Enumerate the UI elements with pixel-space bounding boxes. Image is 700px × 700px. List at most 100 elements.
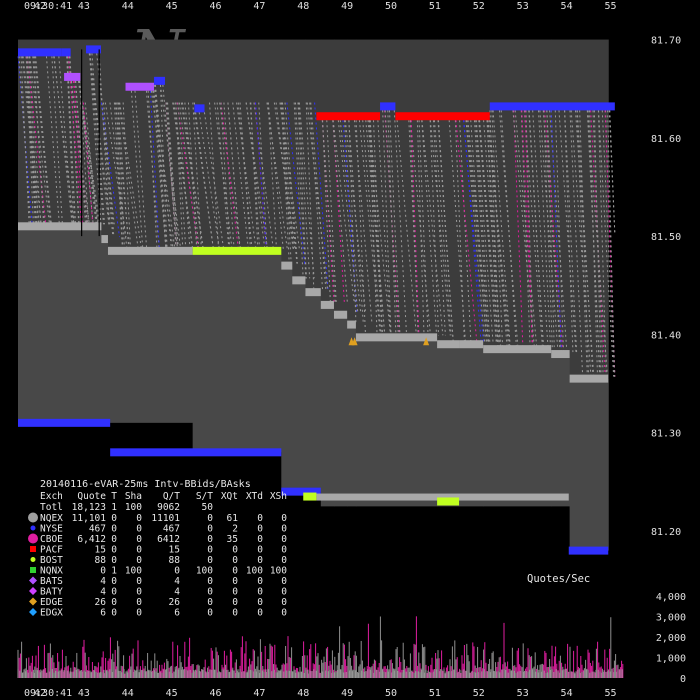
legend-row-cell: BOST [40,555,63,566]
legend-row-cell: 0 [207,545,213,556]
legend-row-cell: 0 [257,524,263,535]
legend-row-cell: 0 [111,545,117,556]
legend-row-cell: 0 [281,597,287,608]
qps-label: Quotes/Sec [527,573,590,585]
time-tick-label-bottom: 52 [473,688,485,699]
spread-fill-7 [320,304,335,507]
time-tick-label-bottom: 53 [517,688,529,699]
nbbo-bid-step-12 [459,340,484,349]
legend-row-cell: 2 [232,524,238,535]
legend-row-cell: 4 [174,576,180,587]
legend-row-cell: 0 [111,534,117,545]
best-bid-segment-1 [110,448,282,457]
legend-row-cell: CBOE [40,534,63,545]
legend-row-cell: PACF [40,545,63,556]
legend-total-cell: 18,123 [72,502,106,513]
legend-row-cell: 6 [174,608,180,619]
legend-row-cell: 15 [169,545,180,556]
legend-row-cell: 0 [257,576,263,587]
legend-row-cell: 0 [207,513,213,524]
legend-row-cell: 0 [257,608,263,619]
legend-row-cell: 0 [207,524,213,535]
time-tick-label-bottom: 48 [297,688,309,699]
nbbo-bid-step-13 [483,345,552,354]
legend-row-cell: 0 [136,513,142,524]
time-start-label-bottom: 09:30:41 [24,688,72,699]
legend-row-cell: 0 [257,545,263,556]
legend-row-cell: 88 [169,555,181,566]
legend-row-cell: 0 [207,608,213,619]
legend-row-cell: 0 [281,524,287,535]
legend-row-cell: 0 [111,524,117,535]
legend-row-cell: NQNX [40,566,63,577]
legend-row-cell: 0 [111,513,117,524]
price-tick-label: 81.50 [651,232,681,243]
legend-row-cell: 0 [281,534,287,545]
legend-row-cell: 0 [281,587,287,598]
legend-row-cell: 0 [136,608,142,619]
legend-row-cell: 0 [136,534,142,545]
legend-header-cell: Exch [40,491,63,502]
legend-row-cell: 0 [232,545,238,556]
spread-fill-9 [347,324,357,507]
time-tick-label-bottom: 47 [253,688,265,699]
spread-fill-3 [192,250,282,453]
spread-fill-6 [305,292,322,492]
best-ask-segment-5 [154,76,166,85]
time-tick-label-top: 49 [341,1,353,12]
time-start-label-top: 09:30:41 [24,1,72,12]
legend-row-cell: 0 [232,597,238,608]
legend-row-cell: EDGE [40,597,63,608]
legend-total-cell: 100 [125,502,142,513]
spread-fill-1 [101,239,109,423]
legend-total-cell: 1 [111,502,117,513]
legend-row-cell: 0 [136,587,142,598]
legend-header-cell: Sha [125,491,142,502]
time-tick-label-bottom: 51 [429,688,441,699]
nbbo-bid-step-4 [281,261,293,270]
legend-row-cell: 0 [207,576,213,587]
legend-row-cell: 0 [136,555,142,566]
legend-row-cell: 11,101 [72,513,107,524]
qps-tick-label: 4,000 [656,592,686,603]
ask-body-fill-3 [192,39,282,251]
time-tick-label-top: 48 [297,1,309,12]
legend-header-cell: Q/T [163,491,180,502]
nbbo-bid-step-3 [192,246,282,255]
legend-row-cell: 0 [232,587,238,598]
legend-header-cell: S/T [196,491,213,502]
price-tick-label: 81.30 [651,429,681,440]
time-tick-label-bottom: 55 [604,688,616,699]
legend-header-cell: XTd [246,491,263,502]
time-tick-label-bottom: 54 [561,688,573,699]
legend-row-cell: 100 [270,566,287,577]
legend-row-cell: 0 [232,576,238,587]
legend-row-cell: 0 [232,555,238,566]
legend-row-cell: 88 [95,555,107,566]
legend-row-cell: 0 [136,576,142,587]
qps-tick-label: 3,000 [656,613,686,624]
nbbo-bid-step-5 [292,276,306,285]
best-ask-segment-10 [489,102,615,111]
ask-body-fill-13 [483,39,552,350]
nbbo-bid-step-6 [305,288,321,297]
legend-row-cell: 100 [125,566,142,577]
time-tick-label-bottom: 44 [122,688,134,699]
legend-row-cell: 35 [227,534,238,545]
time-tick-label-top: 53 [517,1,529,12]
legend-row-cell: BATS [40,576,63,587]
legend-row-cell: 0 [100,566,106,577]
nbbo-bid-step-2 [107,246,193,255]
time-tick-label-bottom: 49 [341,688,353,699]
legend-header-cell: Quote [77,491,106,502]
legend-row-cell: 100 [196,566,213,577]
nbbo-bid-step-1 [101,235,108,244]
legend-row-cell: 100 [246,566,263,577]
low-bid-flicker-0 [303,492,317,501]
nbbo-bid-step-15 [569,374,609,383]
legend-marker [30,525,36,531]
spread-fill-5 [292,280,306,492]
spread-fill-2 [107,250,194,423]
legend-header-cell: XSh [270,491,287,502]
best-ask-segment-2 [64,72,81,81]
